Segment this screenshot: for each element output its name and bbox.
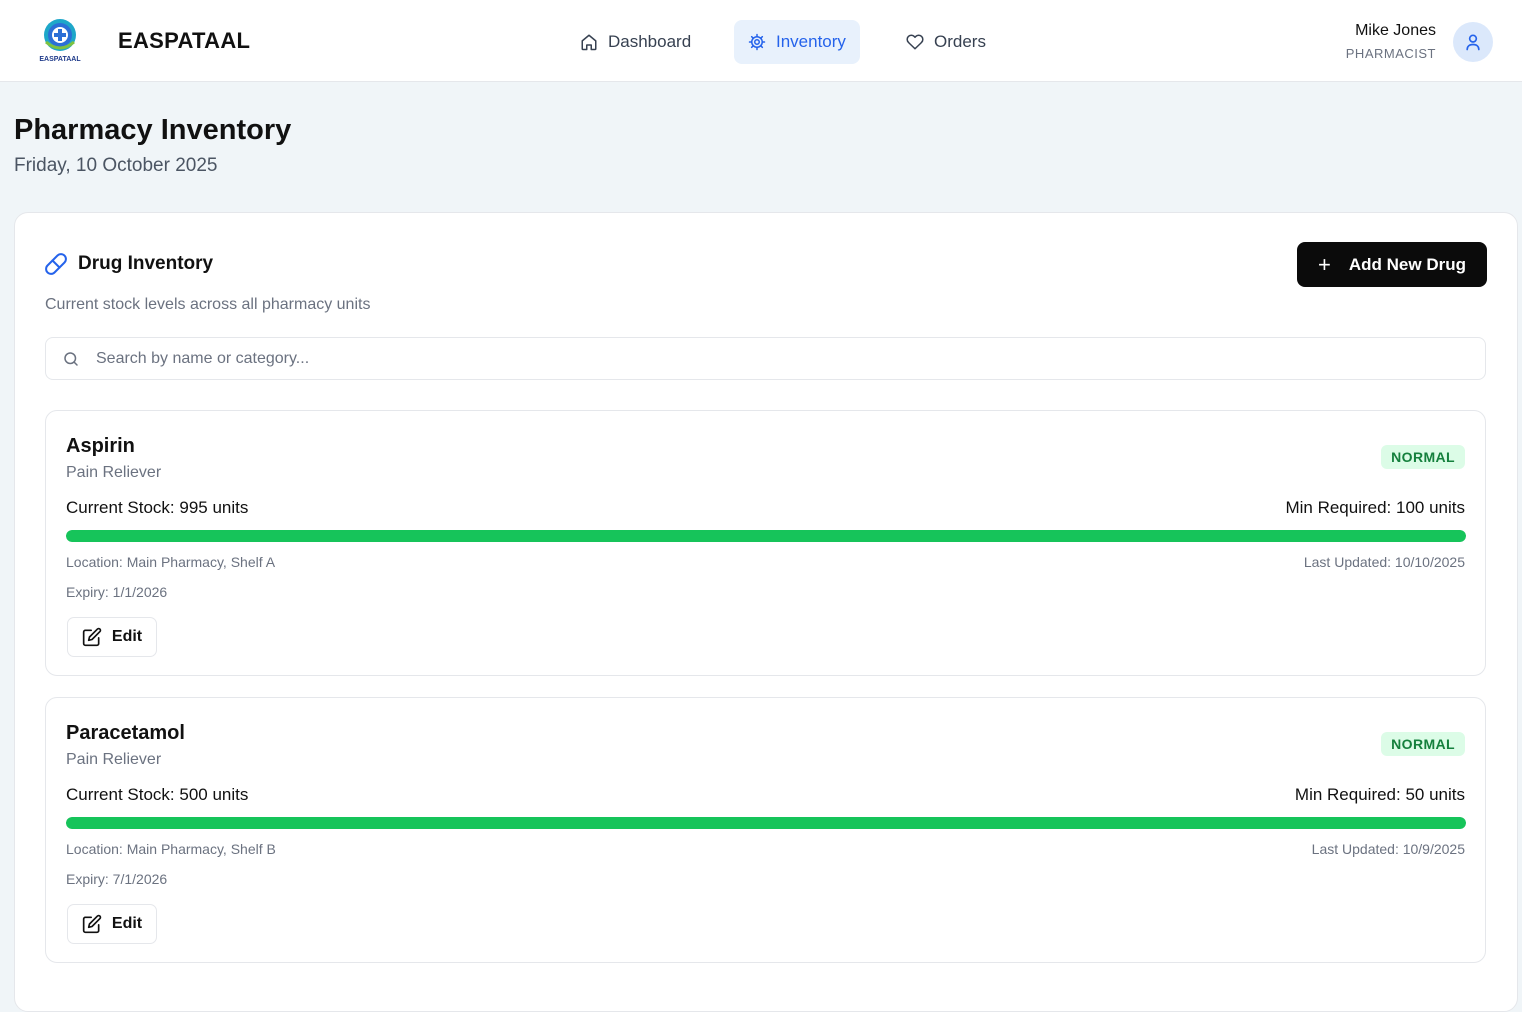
nav-dashboard-label: Dashboard xyxy=(608,32,692,51)
inventory-heading: Drug Inventory xyxy=(44,252,213,276)
drug-expiry: Expiry: 7/1/2026 xyxy=(66,871,168,887)
stock-level-fill xyxy=(66,817,1466,829)
heart-icon xyxy=(906,34,924,50)
inventory-title: Drug Inventory xyxy=(78,253,214,274)
drug-card: Aspirin Pain Reliever NORMAL Current Sto… xyxy=(45,410,1486,676)
logo-emblem-icon: EASPATAAL xyxy=(39,19,81,63)
current-stock: Current Stock: 995 units xyxy=(66,498,249,517)
drug-category: Pain Reliever xyxy=(66,751,162,768)
search-input[interactable] xyxy=(96,338,1476,379)
stock-level-fill xyxy=(66,530,1466,542)
search-icon xyxy=(64,352,78,366)
drug-name: Aspirin xyxy=(66,435,135,457)
drug-name: Paracetamol xyxy=(66,722,185,744)
user-name: Mike Jones xyxy=(1355,22,1436,39)
last-updated: Last Updated: 10/9/2025 xyxy=(1311,841,1465,857)
plus-icon: + xyxy=(1318,251,1331,277)
brand-logo[interactable]: EASPATAAL xyxy=(24,6,96,76)
drug-expiry: Expiry: 1/1/2026 xyxy=(66,584,168,600)
min-required: Min Required: 100 units xyxy=(1285,498,1465,517)
nav-orders[interactable]: Orders xyxy=(892,20,1000,64)
home-icon xyxy=(581,34,597,51)
add-new-drug-label: Add New Drug xyxy=(1348,254,1466,274)
user-avatar-button[interactable] xyxy=(1453,22,1493,62)
add-new-drug-button[interactable]: + Add New Drug xyxy=(1297,242,1487,287)
drug-location: Location: Main Pharmacy, Shelf B xyxy=(66,841,276,857)
edit-icon xyxy=(82,914,102,934)
page-date: Friday, 10 October 2025 xyxy=(14,155,218,176)
nav-orders-label: Orders xyxy=(934,32,986,51)
stock-level-bar xyxy=(66,530,1466,542)
edit-label: Edit xyxy=(111,915,143,932)
user-icon xyxy=(1466,34,1480,51)
edit-button[interactable]: Edit xyxy=(67,904,157,944)
edit-label: Edit xyxy=(111,628,143,645)
top-navbar: EASPATAAL EASPATAAL Dashboard Inventory … xyxy=(0,0,1522,82)
svg-text:EASPATAAL: EASPATAAL xyxy=(39,56,81,63)
brand-name: EASPATAAL xyxy=(118,28,251,53)
status-badge: NORMAL xyxy=(1381,445,1465,469)
page-title: Pharmacy Inventory xyxy=(14,114,292,146)
nav-dashboard[interactable]: Dashboard xyxy=(566,20,705,64)
edit-icon xyxy=(82,627,102,647)
status-badge: NORMAL xyxy=(1381,732,1465,756)
stock-level-bar xyxy=(66,817,1466,829)
edit-button[interactable]: Edit xyxy=(67,617,157,657)
nav-inventory-label: Inventory xyxy=(776,32,846,51)
nav-inventory[interactable]: Inventory xyxy=(734,20,860,64)
last-updated: Last Updated: 10/10/2025 xyxy=(1303,554,1465,570)
gear-icon xyxy=(748,33,766,51)
current-stock: Current Stock: 500 units xyxy=(66,785,249,804)
user-role: PHARMACIST xyxy=(1345,46,1436,61)
min-required: Min Required: 50 units xyxy=(1294,785,1465,804)
drug-category: Pain Reliever xyxy=(66,464,162,481)
drug-location: Location: Main Pharmacy, Shelf A xyxy=(66,554,276,570)
drug-card: Paracetamol Pain Reliever NORMAL Current… xyxy=(45,697,1486,963)
pill-icon xyxy=(45,253,67,275)
inventory-subtitle: Current stock levels across all pharmacy… xyxy=(45,296,371,313)
search-box xyxy=(45,337,1486,380)
